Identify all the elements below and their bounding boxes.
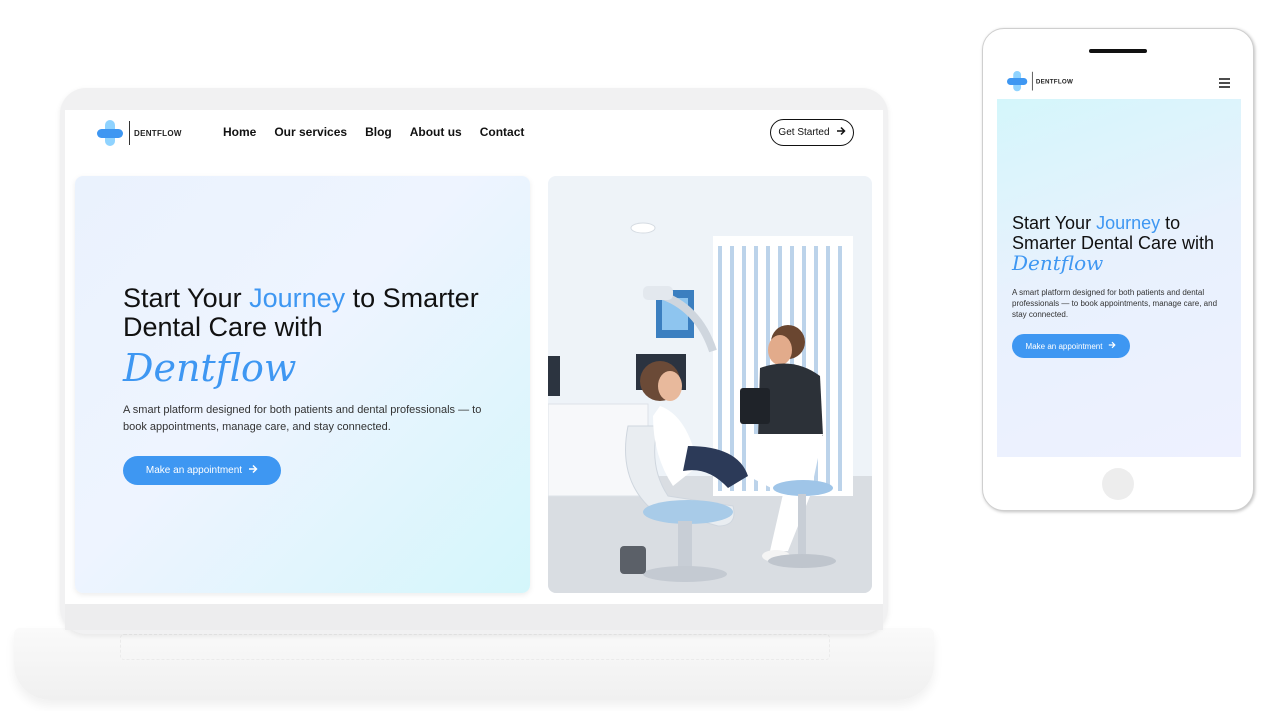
brand-name: DENTFLOW [134, 128, 182, 138]
laptop-chin [65, 604, 883, 630]
hero-script-brand: Dentflow [123, 346, 297, 390]
hero-title: Start Your Journey to Smarter Dental Car… [123, 284, 503, 342]
nav-home[interactable]: Home [223, 125, 256, 139]
nav-about-us[interactable]: About us [410, 125, 462, 139]
arrow-right-icon [836, 126, 846, 139]
tablet-brand-logo[interactable]: DENTFLOW [1007, 71, 1074, 92]
logo-divider [1031, 71, 1033, 91]
hamburger-menu-icon[interactable] [1219, 75, 1230, 91]
dentist-with-patient-illustration [548, 176, 872, 593]
tablet-hero-title-accent: Journey [1096, 213, 1161, 233]
make-appointment-button[interactable]: Make an appointment [123, 456, 281, 485]
tablet-hero-script-brand: Dentflow [1012, 251, 1104, 275]
logo-cross-icon [97, 120, 123, 146]
make-appointment-label: Make an appointment [145, 465, 243, 476]
desktop-navbar: DENTFLOW Home Our services Blog About us… [65, 110, 883, 156]
tablet-hero-subtitle: A smart platform designed for both patie… [1012, 288, 1218, 319]
arrow-right-icon [1108, 341, 1117, 351]
hero-subtitle: A smart platform designed for both patie… [123, 404, 482, 433]
tablet-speaker [1089, 49, 1147, 53]
nav-our-services[interactable]: Our services [274, 125, 347, 139]
tablet-screen: DENTFLOW Start Your Journey to Smarter D… [997, 69, 1241, 457]
arrow-right-icon [248, 464, 258, 477]
tablet-make-appointment-button[interactable]: Make an appointment [1012, 334, 1130, 358]
tablet-device: DENTFLOW Start Your Journey to Smarter D… [982, 28, 1254, 511]
get-started-label: Get Started [778, 127, 830, 138]
brand-logo[interactable]: DENTFLOW [97, 120, 182, 146]
get-started-button[interactable]: Get Started [770, 119, 854, 146]
tablet-hero-title-part1: Start Your [1012, 213, 1097, 233]
nav-contact[interactable]: Contact [480, 125, 525, 139]
device-mockup-stage: DENTFLOW Home Our services Blog About us… [0, 0, 1268, 711]
hero-card: Start Your Journey to Smarter Dental Car… [75, 176, 530, 593]
laptop-keyboard [120, 634, 830, 660]
tablet-hero-title: Start Your Journey to Smarter Dental Car… [1012, 213, 1232, 274]
logo-cross-icon [1007, 71, 1028, 92]
hero-title-part1: Start Your [123, 283, 250, 313]
hero-title-accent: Journey [249, 283, 346, 313]
nav-links: Home Our services Blog About us Contact [223, 125, 524, 139]
logo-divider [129, 121, 130, 145]
tablet-make-appointment-label: Make an appointment [1025, 341, 1103, 351]
tablet-navbar: DENTFLOW [997, 69, 1241, 99]
tablet-hero: Start Your Journey to Smarter Dental Car… [997, 99, 1241, 457]
laptop-screen: DENTFLOW Home Our services Blog About us… [65, 110, 883, 604]
nav-blog[interactable]: Blog [365, 125, 392, 139]
tablet-home-button[interactable] [1102, 468, 1134, 500]
dental-clinic-photo [548, 176, 872, 593]
tablet-brand-name: DENTFLOW [1035, 77, 1074, 85]
